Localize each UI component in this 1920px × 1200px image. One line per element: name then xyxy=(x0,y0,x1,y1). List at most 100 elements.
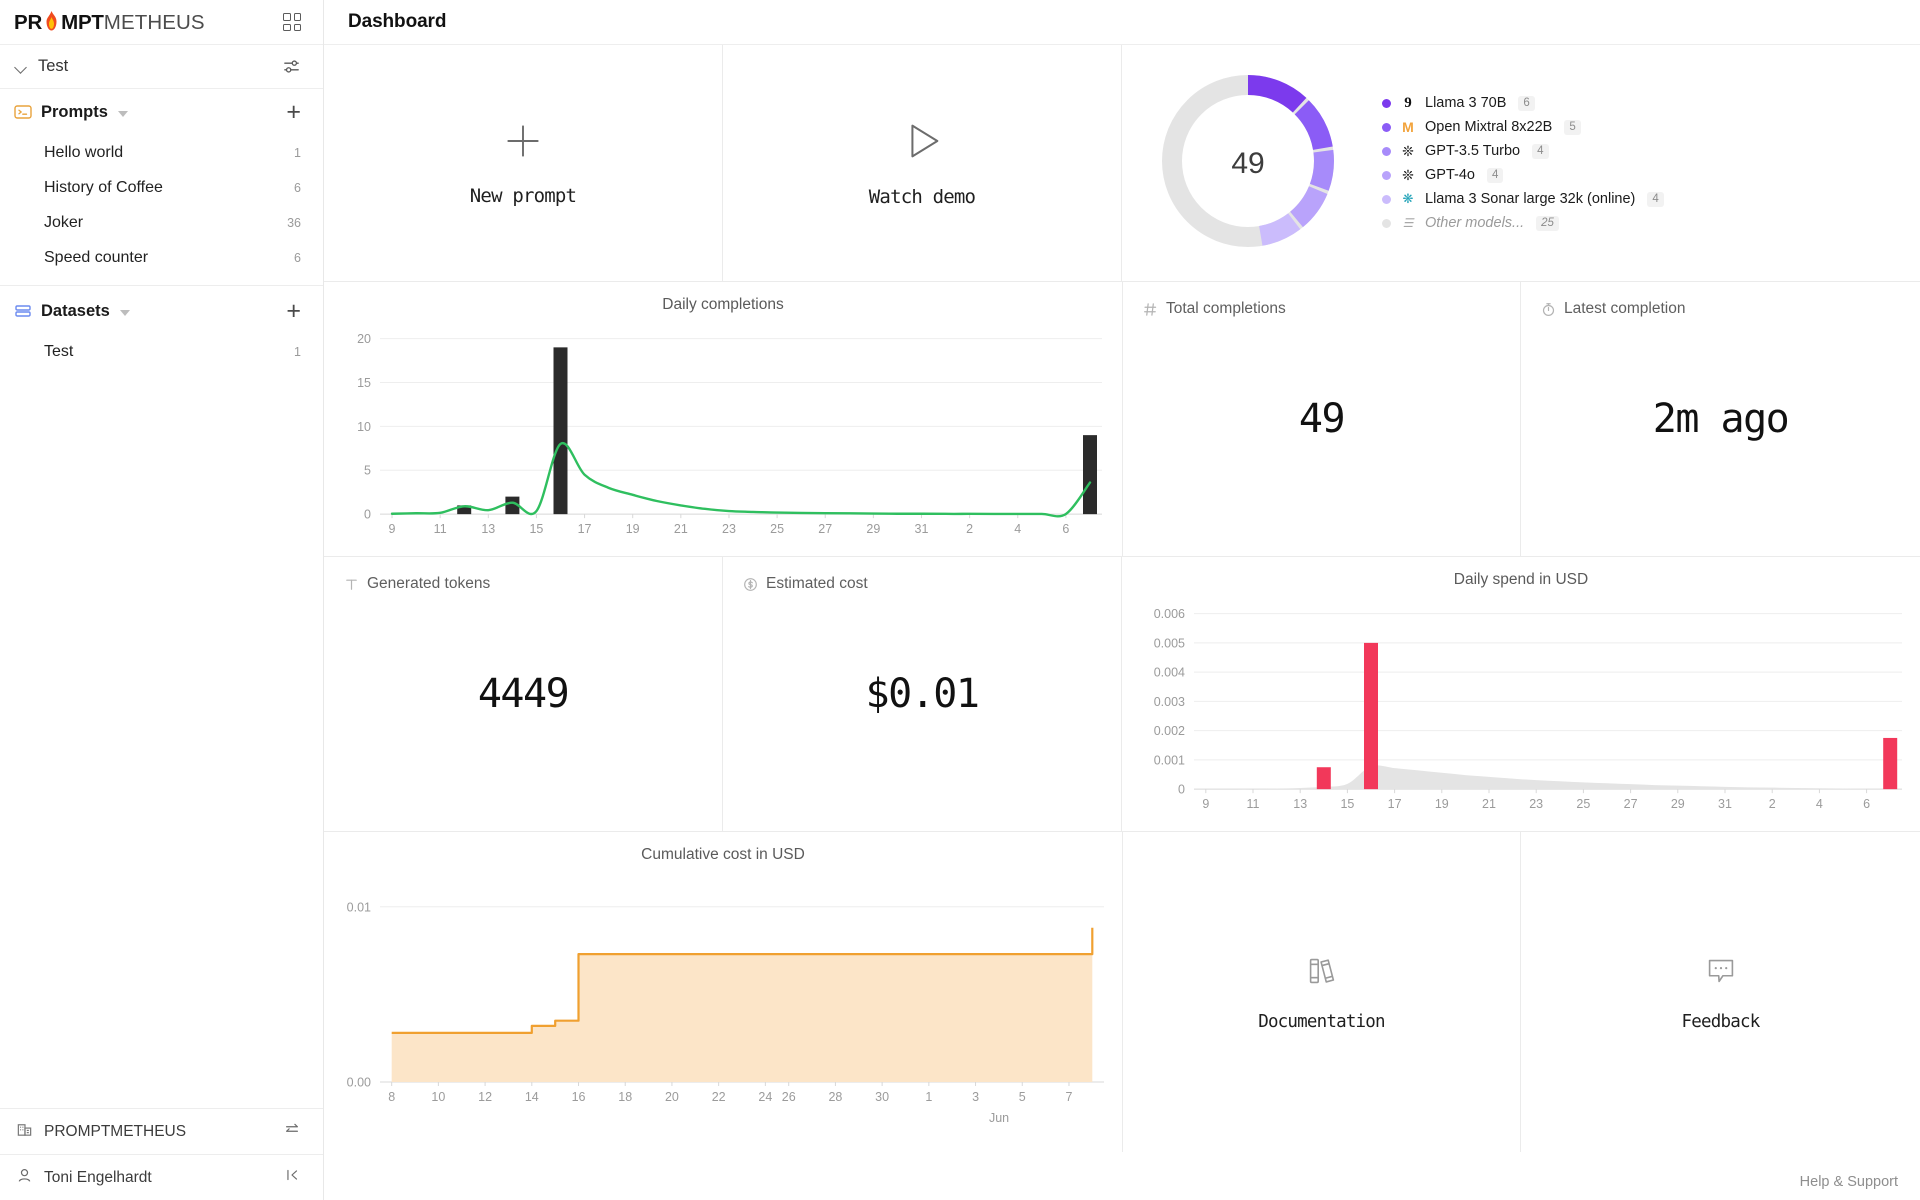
latest-completion-label: Latest completion xyxy=(1564,300,1686,317)
plus-icon xyxy=(501,119,545,168)
svg-text:5: 5 xyxy=(1019,1090,1026,1104)
svg-text:19: 19 xyxy=(1435,797,1449,811)
svg-text:17: 17 xyxy=(1388,797,1402,811)
prompt-item-speed-counter[interactable]: Speed counter 6 xyxy=(0,240,323,275)
estimated-cost-panel: Estimated cost $0.01 xyxy=(722,557,1121,831)
svg-text:16: 16 xyxy=(572,1090,586,1104)
cumulative-cost-chart: 0.00 0.01 8 10 12 14 16 18 20 22 24 26 28 30 1 3 5 7 Jun xyxy=(324,832,1122,1152)
switch-arrows-icon[interactable] xyxy=(283,1120,301,1143)
workspace-selector[interactable]: Test xyxy=(0,45,323,89)
latest-completion-value: 2m ago xyxy=(1652,396,1790,442)
logo-text-part2: MPT xyxy=(61,11,104,34)
svg-text:11: 11 xyxy=(434,522,447,536)
legend-label: Open Mixtral 8x22B xyxy=(1425,119,1553,135)
openai-icon: ❊ xyxy=(1402,166,1414,183)
svg-text:20: 20 xyxy=(357,332,371,346)
prompt-item-count: 1 xyxy=(294,145,301,160)
estimated-cost-value: $0.01 xyxy=(865,671,980,717)
play-icon xyxy=(899,118,945,169)
svg-text:27: 27 xyxy=(818,522,832,536)
user-name: Toni Engelhardt xyxy=(44,1168,152,1186)
daily-completions-chart: 0 5 10 15 20 9 11 13 15 17 19 21 23 25 27 29 31 2 4 6 xyxy=(324,282,1122,556)
logo-text-part1: PR xyxy=(14,11,43,34)
legend-color-dot xyxy=(1382,218,1391,228)
watch-demo-label: Watch demo xyxy=(868,186,976,208)
legend-count: 4 xyxy=(1486,167,1504,183)
svg-text:29: 29 xyxy=(866,522,880,536)
prompt-item-count: 6 xyxy=(294,250,301,265)
documentation-button[interactable]: Documentation xyxy=(1122,832,1520,1152)
dashboard-row-2: Daily completions 0 5 10 15 20 9 11 13 15 17 19 21 2… xyxy=(324,282,1920,557)
svg-text:29: 29 xyxy=(1671,797,1685,811)
svg-text:0.003: 0.003 xyxy=(1154,695,1185,709)
legend-item-0[interactable]: 9 Llama 3 70B 6 xyxy=(1382,95,1664,111)
text-t-icon xyxy=(344,577,359,592)
svg-text:28: 28 xyxy=(828,1090,842,1104)
section-header-prompts[interactable]: Prompts + xyxy=(0,89,323,135)
prompt-item-label: Speed counter xyxy=(44,248,149,266)
prompt-item-joker[interactable]: Joker 36 xyxy=(0,205,323,240)
openai-icon: ❊ xyxy=(1402,142,1414,159)
legend-item-5[interactable]: ☰ Other models... 25 xyxy=(1382,215,1664,231)
caret-down-icon[interactable] xyxy=(117,111,128,117)
svg-text:12: 12 xyxy=(478,1090,492,1104)
svg-text:27: 27 xyxy=(1624,797,1638,811)
dollar-circle-icon xyxy=(743,577,758,592)
add-prompt-button[interactable]: + xyxy=(286,99,301,125)
svg-text:9: 9 xyxy=(1202,797,1209,811)
generated-tokens-value: 4449 xyxy=(477,671,570,717)
models-donut-chart: 49 xyxy=(1148,61,1348,266)
svg-text:31: 31 xyxy=(1718,797,1732,811)
legend-item-1[interactable]: M Open Mixtral 8x22B 5 xyxy=(1382,119,1664,135)
svg-text:10: 10 xyxy=(357,420,371,434)
watch-demo-button[interactable]: Watch demo xyxy=(722,45,1121,281)
dataset-stack-icon xyxy=(14,302,32,320)
dataset-item-test[interactable]: Test 1 xyxy=(0,334,323,369)
dashboard-row-4: Cumulative cost in USD 0.00 0.01 8 10 12 14 16… xyxy=(324,832,1920,1152)
generated-tokens-header: Generated tokens xyxy=(344,575,490,593)
svg-text:0: 0 xyxy=(364,508,371,522)
svg-text:18: 18 xyxy=(618,1090,632,1104)
section-header-datasets[interactable]: Datasets + xyxy=(0,288,323,334)
new-prompt-button[interactable]: New prompt xyxy=(324,45,722,281)
sliders-icon[interactable] xyxy=(282,57,301,76)
svg-text:0.00: 0.00 xyxy=(347,1076,371,1090)
app-logo[interactable]: PR MPT METHEUS xyxy=(14,9,205,35)
top-bar: Dashboard xyxy=(324,0,1920,45)
app-root: PR MPT METHEUS Test Prompts + Hello worl… xyxy=(0,0,1920,1200)
dashboard-grid: New prompt Watch demo 49 9 Llama 3 70B 6 M O… xyxy=(324,45,1920,1200)
legend-item-3[interactable]: ❊ GPT-4o 4 xyxy=(1382,167,1664,183)
svg-text:2: 2 xyxy=(966,522,973,536)
dataset-item-label: Test xyxy=(44,342,74,360)
total-completions-value: 49 xyxy=(1298,396,1346,442)
legend-item-4[interactable]: ❋ Llama 3 Sonar large 32k (online) 4 xyxy=(1382,191,1664,207)
legend-count: 5 xyxy=(1564,119,1581,135)
svg-text:13: 13 xyxy=(1293,797,1307,811)
logo-text-part3: METHEUS xyxy=(103,11,205,34)
collapse-left-icon[interactable] xyxy=(283,1166,301,1189)
user-icon xyxy=(16,1167,33,1189)
svg-text:4: 4 xyxy=(1014,522,1021,536)
dashboard-body: New prompt Watch demo 49 9 Llama 3 70B 6 M O… xyxy=(324,45,1920,1200)
organization-row[interactable]: PROMPTMETHEUS xyxy=(0,1108,323,1154)
svg-text:0.001: 0.001 xyxy=(1154,753,1185,767)
legend-color-dot xyxy=(1382,146,1391,156)
feedback-button[interactable]: Feedback xyxy=(1520,832,1920,1152)
other-models-icon: ☰ xyxy=(1402,216,1414,230)
sidebar-divider xyxy=(0,285,323,286)
daily-completions-panel: Daily completions 0 5 10 15 20 9 11 13 15 17 19 21 2… xyxy=(324,282,1122,556)
caret-down-icon[interactable] xyxy=(119,310,130,316)
svg-text:Jun: Jun xyxy=(989,1111,1009,1125)
latest-completion-header: Latest completion xyxy=(1541,300,1686,318)
svg-text:0.002: 0.002 xyxy=(1154,724,1185,738)
grid-apps-icon[interactable] xyxy=(283,13,301,31)
add-dataset-button[interactable]: + xyxy=(286,298,301,324)
help-support-link[interactable]: Help & Support xyxy=(1800,1174,1898,1190)
user-row[interactable]: Toni Engelhardt xyxy=(0,1154,323,1200)
models-breakdown-panel: 49 9 Llama 3 70B 6 M Open Mixtral 8x22B 5 ❊ GPT… xyxy=(1121,45,1920,281)
legend-item-2[interactable]: ❊ GPT-3.5 Turbo 4 xyxy=(1382,143,1664,159)
books-icon xyxy=(1303,952,1341,995)
prompt-item-hello-world[interactable]: Hello world 1 xyxy=(0,135,323,170)
prompt-item-history-of-coffee[interactable]: History of Coffee 6 xyxy=(0,170,323,205)
legend-count: 25 xyxy=(1536,215,1559,231)
